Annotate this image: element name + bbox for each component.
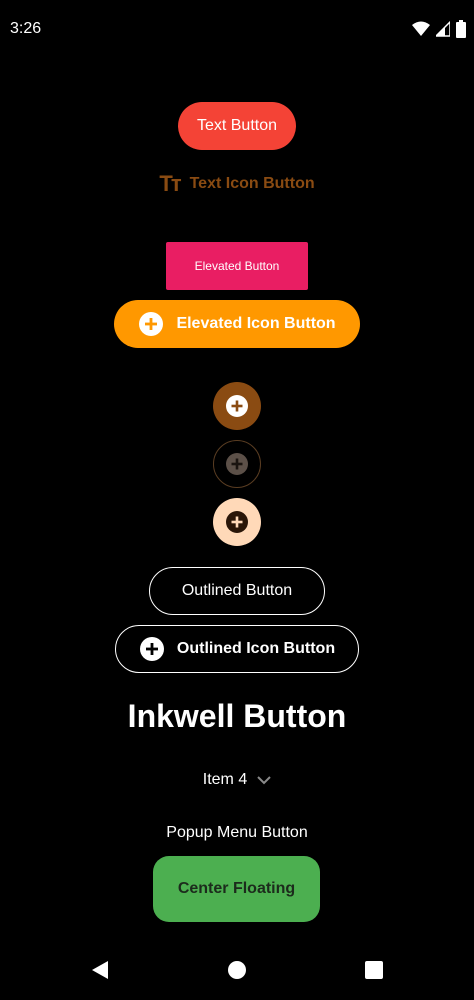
add-circle-icon [226,453,248,475]
popup-menu-button-label: Popup Menu Button [166,824,308,841]
recents-button[interactable] [362,958,386,982]
home-icon [228,961,246,979]
chevron-down-icon [257,776,271,785]
elevated-icon-button-label: Elevated Icon Button [176,315,336,332]
add-circle-icon [139,637,164,661]
add-circle-icon [139,312,164,336]
filled-icon-button[interactable] [213,382,261,430]
back-button[interactable] [88,958,112,982]
inkwell-button[interactable]: Inkwell Button [0,692,474,740]
center-floating-label: Center Floating [177,880,296,897]
back-icon [92,961,108,979]
outlined-button[interactable]: Outlined Button [149,567,325,615]
add-circle-icon [226,395,248,417]
battery-icon [456,20,466,38]
home-button[interactable] [225,958,249,982]
signal-icon [436,21,450,37]
status-bar: 3:26 [0,0,474,60]
wifi-icon [412,21,430,36]
elevated-button-label: Elevated Button [194,259,280,273]
outlined-icon-only-button[interactable] [213,440,261,488]
outlined-button-label: Outlined Button [181,582,293,599]
inkwell-button-label: Inkwell Button [127,697,347,734]
system-nav-bar [0,940,474,1000]
text-fields-icon: Tт [159,171,181,196]
outlined-icon-button[interactable]: Outlined Icon Button [115,625,359,673]
text-button[interactable]: Text Button [178,102,296,150]
status-time: 3:26 [10,20,42,37]
dropdown-selected: Item 4 [202,771,248,788]
popup-menu-button[interactable]: Popup Menu Button [0,818,474,848]
status-icons [412,20,466,38]
tonal-icon-button[interactable] [213,498,261,546]
text-icon-button[interactable]: Tт Text Icon Button [150,168,324,200]
text-button-label: Text Button [196,117,278,134]
center-floating-button[interactable]: Center Floating [153,856,320,922]
recents-icon [365,961,383,979]
text-icon-button-label: Text Icon Button [189,175,315,192]
elevated-button[interactable]: Elevated Button [166,242,308,290]
elevated-icon-button[interactable]: Elevated Icon Button [114,300,360,348]
dropdown-button[interactable]: Item 4 [190,764,284,796]
outlined-icon-button-label: Outlined Icon Button [176,640,336,657]
add-circle-icon [226,511,248,533]
